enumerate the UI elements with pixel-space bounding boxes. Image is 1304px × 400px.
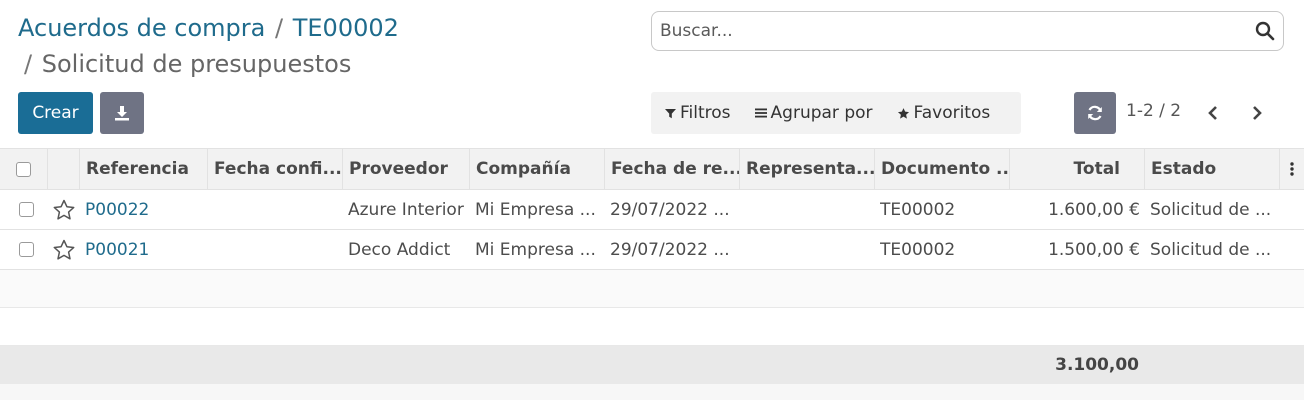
filter-icon [665, 108, 676, 118]
row-company: Mi Empresa ... [475, 239, 596, 260]
table-footer-totals: 3.100,00 [0, 346, 1304, 384]
row-vendor: Deco Addict [348, 239, 451, 260]
row-representative [745, 230, 873, 269]
column-header-vendor[interactable]: Proveedor [343, 149, 470, 189]
row-total: 1.500,00 € [1048, 239, 1140, 260]
row-status: Solicitud de ... [1150, 199, 1272, 220]
row-confirm-date [214, 190, 339, 229]
row-source-document: TE00002 [880, 199, 956, 220]
row-select-cell [0, 230, 52, 269]
row-total: 1.600,00 € [1048, 199, 1140, 220]
pager-next-button[interactable] [1246, 102, 1268, 124]
priority-cell [52, 230, 80, 269]
sum-total: 3.100,00 [1055, 355, 1139, 375]
row-representative [745, 190, 873, 229]
column-header-confirm-date[interactable]: Fecha confi... [208, 149, 343, 189]
search-options-bar: Filtros Agrupar por Favoritos [651, 92, 1021, 134]
page-title: / Solicitud de presupuestos [22, 50, 351, 78]
breadcrumb: Acuerdos de compra / TE00002 [18, 14, 399, 42]
row-vendor: Azure Interior [348, 199, 464, 220]
column-header-company[interactable]: Compañía [470, 149, 605, 189]
group-by-button[interactable]: Agrupar por [754, 103, 873, 123]
header-priority-cell [48, 149, 80, 189]
refresh-icon [1088, 105, 1102, 121]
column-header-representative[interactable]: Representa... [740, 149, 875, 189]
row-status: Solicitud de ... [1150, 239, 1272, 260]
star-outline-icon[interactable] [52, 238, 76, 262]
kebab-menu-icon [1290, 162, 1294, 176]
row-reference-link[interactable]: P00021 [85, 230, 205, 269]
favorites-button[interactable]: Favoritos [897, 103, 991, 123]
chevron-left-icon [1208, 106, 1217, 120]
bottom-strip [0, 384, 1304, 400]
table-row[interactable]: P00022 Azure Interior Mi Empresa ... 29/… [0, 190, 1304, 230]
table-header-row: Referencia Fecha confi... Proveedor Comp… [0, 148, 1304, 190]
filters-button[interactable]: Filtros [665, 103, 731, 123]
optional-columns-toggle[interactable] [1280, 149, 1304, 189]
refresh-button[interactable] [1074, 92, 1116, 134]
group-by-label: Agrupar por [770, 103, 873, 123]
priority-cell [52, 190, 80, 229]
download-button[interactable] [100, 92, 144, 134]
search-icon[interactable] [1255, 21, 1275, 41]
chevron-right-icon [1253, 106, 1262, 120]
download-icon [115, 106, 129, 121]
breadcrumb-link-agreement[interactable]: TE00002 [293, 14, 399, 42]
search-input[interactable] [652, 12, 1232, 50]
row-receipt-date: 29/07/2022 ... [610, 199, 730, 220]
create-button[interactable]: Crear [18, 92, 93, 134]
column-header-source-document[interactable]: Documento ... [875, 149, 1010, 189]
favorites-label: Favoritos [913, 103, 991, 123]
table-row[interactable]: P00021 Deco Addict Mi Empresa ... 29/07/… [0, 230, 1304, 270]
star-outline-icon[interactable] [52, 198, 76, 222]
search-box [651, 11, 1284, 51]
breadcrumb-separator: / [275, 14, 284, 42]
column-header-receipt-date[interactable]: Fecha de re... [605, 149, 740, 189]
header-select-cell [0, 149, 48, 189]
row-checkbox[interactable] [18, 242, 34, 257]
row-company: Mi Empresa ... [475, 199, 596, 220]
column-header-total[interactable]: Total [1010, 149, 1145, 189]
row-reference-link[interactable]: P00022 [85, 190, 205, 229]
column-header-reference[interactable]: Referencia [80, 149, 208, 189]
row-select-cell [0, 190, 52, 229]
breadcrumb-current: Solicitud de presupuestos [41, 50, 352, 78]
list-icon [754, 108, 767, 118]
filters-label: Filtros [680, 103, 731, 123]
breadcrumb-separator: / [24, 50, 33, 78]
row-receipt-date: 29/07/2022 ... [610, 239, 730, 260]
select-all-checkbox[interactable] [16, 161, 31, 177]
pager-value[interactable]: 1-2 / 2 [1126, 101, 1181, 121]
empty-row [0, 308, 1304, 346]
row-checkbox[interactable] [18, 202, 34, 217]
row-confirm-date [214, 230, 339, 269]
star-icon [897, 107, 909, 119]
breadcrumb-link-purchase-agreements[interactable]: Acuerdos de compra [18, 14, 265, 42]
empty-row [0, 270, 1304, 308]
column-header-status[interactable]: Estado [1145, 149, 1280, 189]
pager-previous-button[interactable] [1202, 102, 1224, 124]
row-source-document: TE00002 [880, 239, 956, 260]
